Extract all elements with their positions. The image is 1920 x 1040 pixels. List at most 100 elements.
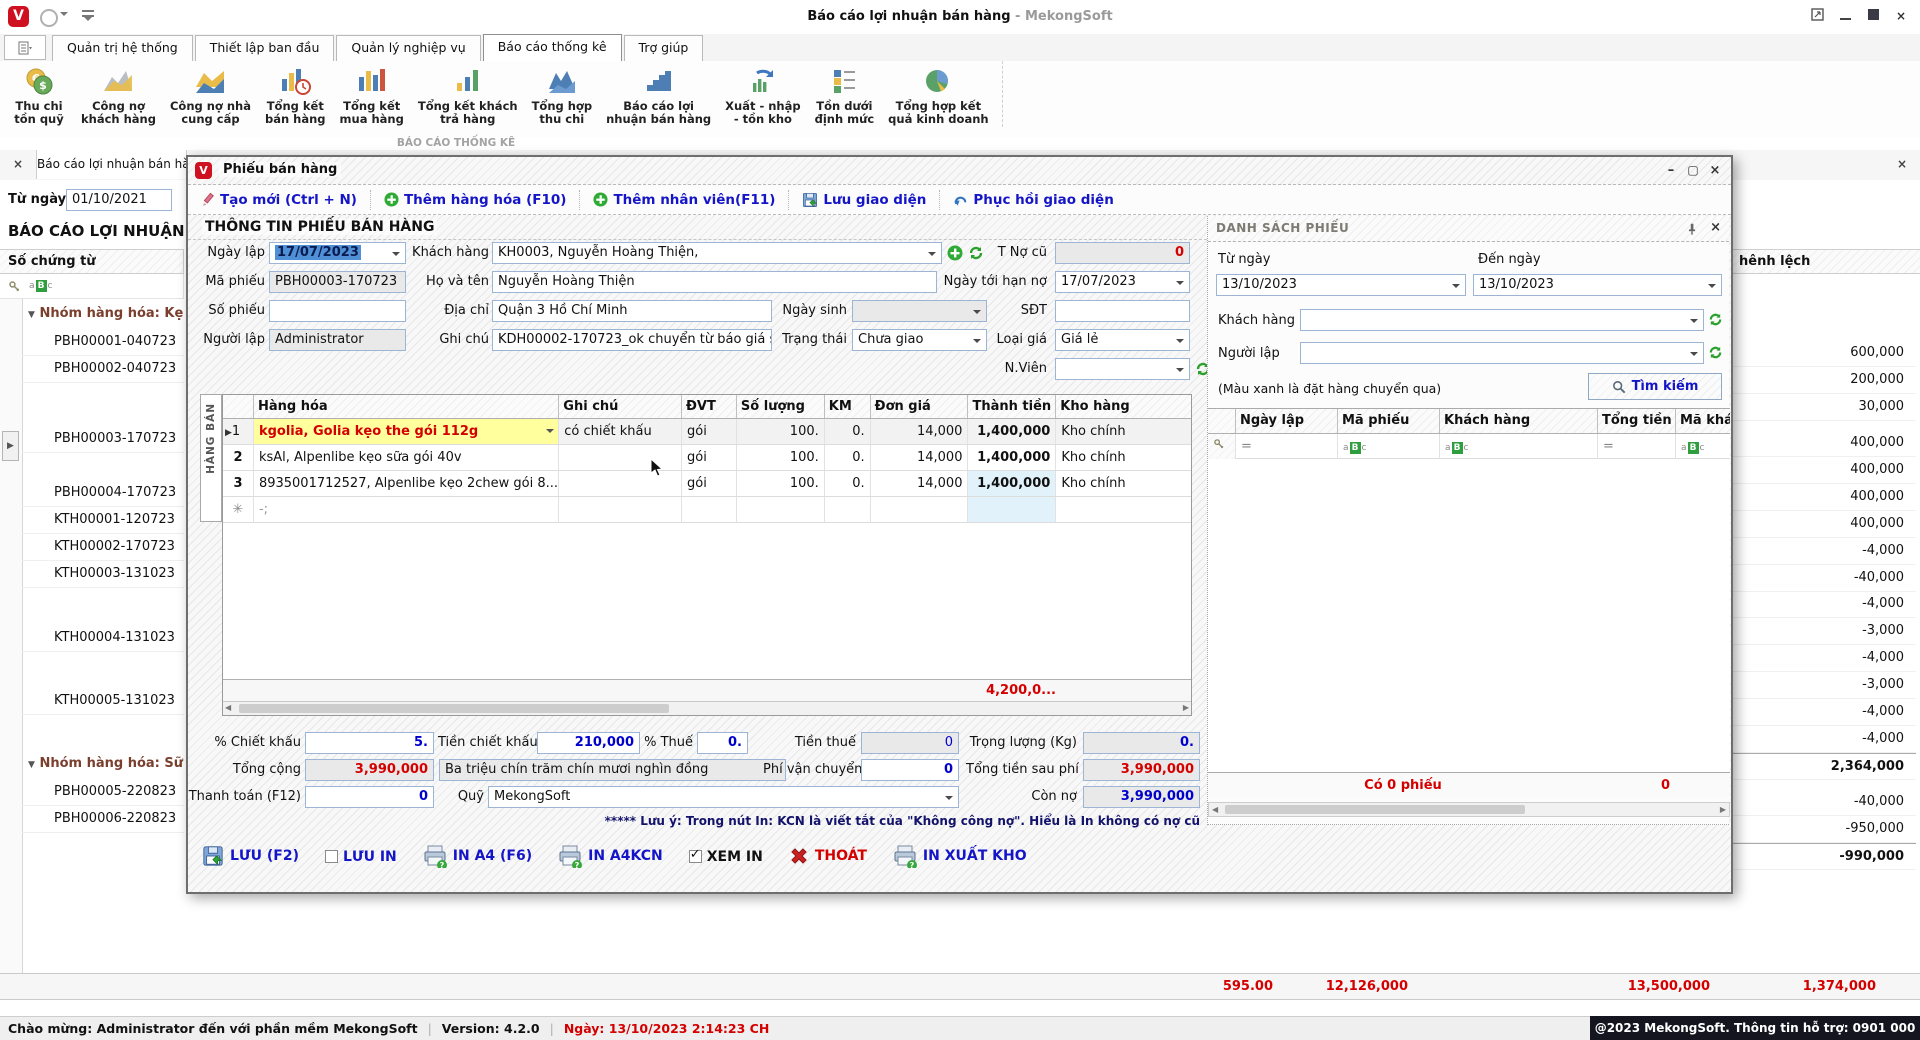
staff-select[interactable]: [1055, 358, 1190, 380]
scroll-left-arrow-icon[interactable]: ◀: [225, 703, 231, 712]
panel-grid-header[interactable]: Ngày lập Mã phiếu Khách hàng Tổng tiền M…: [1208, 409, 1730, 434]
items-grid-hscrollbar[interactable]: ◀ ▶: [223, 701, 1191, 715]
minimize-button[interactable]: [1836, 9, 1854, 23]
ribbon-item-tong-ket-khach-tra-hang[interactable]: Tổng kết kháchtrả hàng: [411, 61, 525, 128]
save-layout-button[interactable]: Lưu giao diện: [802, 192, 926, 208]
restore-layout-button[interactable]: Phục hồi giao diện: [953, 192, 1113, 208]
panel-from-input[interactable]: 13/10/2023: [1216, 274, 1466, 296]
report-row[interactable]: PBH00004-170723: [22, 480, 184, 507]
scroll-left-arrow-icon[interactable]: ◀: [1212, 805, 1218, 814]
ribbon-item-cong-no-khach-hang[interactable]: Công nợkhách hàng: [74, 61, 163, 128]
report-row[interactable]: KTH00005-131023: [22, 688, 184, 715]
tab-quan-ly-nghiep-vu[interactable]: Quản lý nghiệp vụ: [336, 35, 480, 61]
ribbon-item-tong-ket-mua-hang[interactable]: Tổng kếtmua hàng: [333, 61, 411, 128]
report-row[interactable]: KTH00004-131023: [22, 625, 184, 652]
tab-quan-tri-he-thong[interactable]: Quản trị hệ thống: [52, 35, 193, 61]
print-a4-button[interactable]: IN A4 (F6): [423, 844, 532, 868]
report-group-row[interactable]: ▼ Nhóm hàng hóa: Sữ: [22, 752, 190, 777]
add-item-button[interactable]: Thêm hàng hóa (F10): [384, 192, 566, 208]
close-button[interactable]: ×: [1892, 9, 1910, 23]
document-close-box[interactable]: ×: [0, 150, 37, 179]
tab-bao-cao-thong-ke[interactable]: Báo cáo thống kê: [483, 34, 622, 61]
number-input[interactable]: [269, 300, 406, 322]
scroll-right-arrow-icon[interactable]: ▶: [1183, 703, 1189, 712]
grid-side-tab[interactable]: HÀNG BÁN: [200, 394, 222, 522]
panel-header[interactable]: DANH SÁCH PHIẾU ×: [1208, 216, 1729, 242]
items-grid-header[interactable]: Hàng hóa Ghi chú ĐVT Số lượng KM Đơn giá…: [223, 395, 1191, 419]
pay-input[interactable]: 0: [305, 786, 434, 808]
due-date-input[interactable]: 17/07/2023: [1055, 271, 1190, 293]
main-menu-button[interactable]: [4, 35, 46, 60]
panel-to-input[interactable]: 13/10/2023: [1473, 274, 1722, 296]
add-staff-button[interactable]: Thêm nhân viên(F11): [593, 192, 775, 208]
phone-input[interactable]: [1055, 300, 1190, 322]
report-row[interactable]: KTH00001-120723: [22, 507, 184, 534]
ribbon-item-tong-ket-ban-hang[interactable]: Tổng kếtbán hàng: [258, 61, 333, 128]
print-export-button[interactable]: IN XUẤT KHO: [893, 844, 1027, 868]
address-input[interactable]: Quận 3 Hồ Chí Minh: [492, 300, 772, 322]
print-a4kcn-button[interactable]: IN A4KCN: [558, 844, 663, 868]
items-grid-row[interactable]: 2 ksAl, Alpenlibe kẹo sữa gói 40v gói 10…: [223, 445, 1191, 471]
exit-button[interactable]: THOÁT: [789, 846, 867, 866]
checkbox-checked-icon[interactable]: [689, 850, 702, 863]
report-filter-row[interactable]: aBc: [0, 274, 184, 299]
print-save-checkbox[interactable]: LƯU IN: [325, 848, 397, 865]
ribbon-item-tong-hop-ket-qua-kinh-doanh[interactable]: Tổng hợp kếtquả kinh doanh: [881, 61, 995, 128]
tab-thiet-lap-ban-dau[interactable]: Thiết lập ban đầu: [195, 35, 335, 61]
discount-input[interactable]: 210,000: [537, 732, 640, 754]
ribbon-item-cong-no-nha-cung-cap[interactable]: Công nợ nhàcung cấp: [163, 61, 258, 128]
document-tab[interactable]: Báo cáo lợi nhuận bán hàng: [37, 150, 187, 179]
panel-hscrollbar[interactable]: ◀ ▶: [1208, 802, 1730, 817]
report-row[interactable]: PBH00001-040723: [22, 329, 184, 356]
price-type-select[interactable]: Giá lẻ: [1055, 329, 1190, 351]
discount-pct-input[interactable]: 5.: [305, 732, 434, 754]
customer-input[interactable]: KH0003, Nguyễn Hoàng Thiện,: [492, 242, 942, 264]
report-right-col-header[interactable]: hênh lệch: [1733, 249, 1920, 274]
panel-filter-row[interactable]: = aBc aBc = aBc: [1208, 434, 1730, 459]
items-grid-row-selected[interactable]: ▶1 kgolia, Golia kẹo the gói 112g có chi…: [223, 419, 1191, 445]
panel-close-icon[interactable]: ×: [1710, 220, 1721, 235]
items-grid-new-row[interactable]: ✳ -;: [223, 497, 1191, 523]
fit-screen-button[interactable]: [1808, 8, 1826, 24]
ship-input[interactable]: 0: [861, 759, 959, 781]
scroll-thumb[interactable]: [239, 704, 669, 713]
pin-icon[interactable]: [1685, 222, 1699, 236]
report-col-header[interactable]: Số chứng từ: [0, 249, 184, 274]
dialog-minimize-button[interactable]: –: [1663, 163, 1679, 178]
fund-select[interactable]: MekongSoft: [488, 786, 959, 808]
report-from-input[interactable]: 01/10/2021: [66, 189, 172, 211]
save-button[interactable]: LƯU (F2): [202, 845, 299, 867]
preview-checkbox[interactable]: XEM IN: [689, 848, 763, 865]
report-row[interactable]: KTH00003-131023: [22, 561, 184, 588]
scroll-right-arrow-icon[interactable]: ▶: [1720, 805, 1726, 814]
tax-pct-input[interactable]: 0.: [697, 732, 748, 754]
dialog-close-button[interactable]: ×: [1707, 163, 1723, 178]
items-grid-row[interactable]: 3 8935001712527, Alpenlibe kẹo 2chew gói…: [223, 471, 1191, 497]
ribbon-item-xuat-nhap-ton-kho[interactable]: Xuất - nhập- tồn kho: [718, 61, 807, 128]
ribbon-item-tong-hop-thu-chi[interactable]: Tổng hợpthu chi: [525, 61, 600, 128]
ribbon-item-ton-duoi-dinh-muc[interactable]: Tồn dướiđịnh mức: [808, 61, 882, 128]
report-group-row[interactable]: ▼ Nhóm hàng hóa: Kẹ: [22, 302, 190, 327]
refresh-icon[interactable]: [1708, 312, 1723, 327]
note-input[interactable]: KDH00002-170723_ok chuyển từ báo giá sa: [492, 329, 772, 351]
report-row[interactable]: PBH00005-220823: [22, 779, 184, 806]
panel-customer-input[interactable]: [1300, 309, 1704, 331]
ribbon-item-bao-cao-loi-nhuan-ban-hang[interactable]: Báo cáo lợinhuận bán hàng: [599, 61, 718, 128]
maximize-button[interactable]: [1864, 9, 1882, 23]
expand-panel-button[interactable]: ▶: [2, 431, 19, 461]
report-row[interactable]: KTH00002-170723: [22, 534, 184, 561]
report-row[interactable]: PBH00002-040723: [22, 356, 184, 383]
report-row[interactable]: PBH00006-220823: [22, 806, 184, 833]
date-input[interactable]: 17/07/2023: [269, 242, 406, 264]
ribbon-item-thu-chi-ton-quy[interactable]: €$ Thu chitồn quỹ: [4, 61, 74, 128]
document-strip-close-icon[interactable]: ×: [1892, 150, 1912, 179]
scroll-thumb[interactable]: [1225, 805, 1525, 814]
panel-creator-input[interactable]: [1300, 342, 1704, 364]
dialog-titlebar[interactable]: V Phiếu bán hàng – ▢ ×: [188, 157, 1731, 185]
refresh-icon[interactable]: [1708, 345, 1723, 360]
report-row[interactable]: PBH00003-170723: [22, 426, 184, 453]
tab-tro-giup[interactable]: Trợ giúp: [624, 35, 704, 61]
dialog-maximize-button[interactable]: ▢: [1685, 163, 1701, 177]
new-invoice-button[interactable]: Tạo mới (Ctrl + N): [200, 192, 357, 208]
checkbox-icon[interactable]: [325, 850, 338, 863]
